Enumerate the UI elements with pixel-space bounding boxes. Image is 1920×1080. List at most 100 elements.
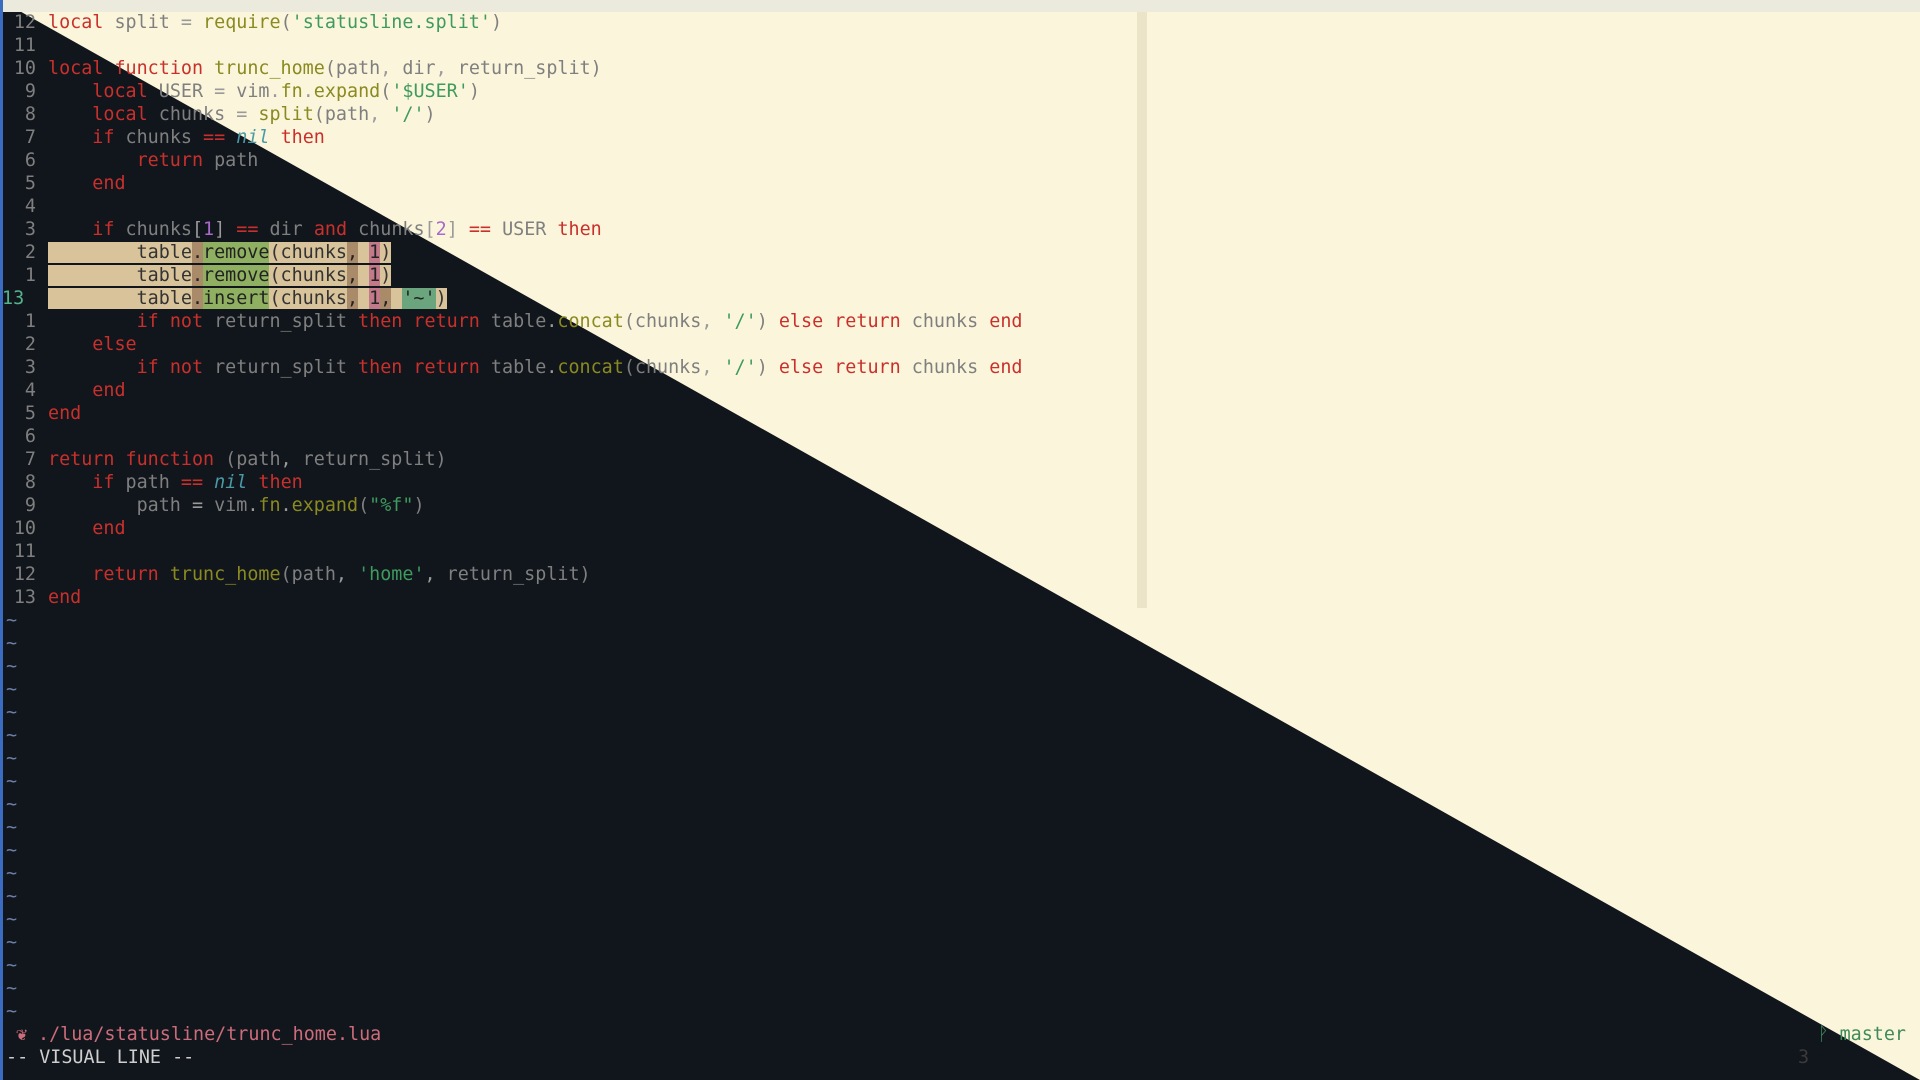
tilde-marker: ~ bbox=[6, 840, 18, 861]
code-text: end bbox=[92, 518, 126, 539]
code-text: return trunc_home(path, 'home', return_s… bbox=[92, 564, 591, 585]
tilde-marker: ~ bbox=[6, 909, 18, 930]
right-split-window[interactable] bbox=[1148, 12, 1920, 608]
line-number: 9 bbox=[24, 81, 36, 102]
selection-count: 3 bbox=[1798, 1047, 1810, 1068]
line-number: 12 bbox=[13, 564, 36, 585]
line-number: 5 bbox=[24, 403, 36, 424]
line-number: 8 bbox=[24, 472, 36, 493]
tilde-marker: ~ bbox=[6, 610, 18, 631]
code-text: if not return_split then return table.co… bbox=[136, 311, 1023, 332]
tilde-marker: ~ bbox=[6, 886, 18, 907]
code-text: table.remove(chunks, 1) bbox=[48, 265, 392, 286]
code-line[interactable]: 3 if chunks[1] == dir and chunks[2] == U… bbox=[0, 218, 1136, 241]
line-number: 1 bbox=[24, 311, 36, 332]
line-number: 1 bbox=[24, 265, 36, 286]
code-line[interactable]: 13 end bbox=[0, 586, 1136, 609]
code-line[interactable]: 4 end bbox=[0, 379, 1136, 402]
code-text: end bbox=[48, 403, 82, 424]
code-line[interactable]: 10 end bbox=[0, 517, 1136, 540]
code-text: end bbox=[92, 173, 126, 194]
tilde-marker: ~ bbox=[6, 863, 18, 884]
tilde-marker: ~ bbox=[6, 817, 18, 838]
line-number: 12 bbox=[13, 12, 36, 33]
line-number: 3 bbox=[24, 357, 36, 378]
code-text: local function trunc_home(path, dir, ret… bbox=[48, 58, 602, 79]
code-text: local split = require('statusline.split'… bbox=[48, 12, 503, 33]
code-line[interactable]: 12 return trunc_home(path, 'home', retur… bbox=[0, 563, 1136, 586]
line-number: 5 bbox=[24, 173, 36, 194]
file-type-icon: ❦ bbox=[16, 1024, 28, 1045]
code-text: return function (path, return_split) bbox=[48, 449, 447, 470]
line-number: 4 bbox=[24, 380, 36, 401]
git-branch-icon: ᚹ bbox=[1817, 1024, 1829, 1045]
code-line-selected[interactable]: 2 table.remove(chunks, 1) bbox=[0, 241, 1136, 264]
line-number: 10 bbox=[13, 518, 36, 539]
code-line[interactable]: 5 end bbox=[0, 172, 1136, 195]
tilde-marker: ~ bbox=[6, 679, 18, 700]
code-line[interactable]: 12 local split = require('statusline.spli… bbox=[0, 11, 1136, 34]
code-line[interactable]: 4 bbox=[0, 195, 1136, 218]
code-line[interactable]: 6 return path bbox=[0, 149, 1136, 172]
code-text: if chunks == nil then bbox=[92, 127, 325, 148]
tilde-marker: ~ bbox=[6, 656, 18, 677]
line-number: 7 bbox=[24, 449, 36, 470]
tilde-marker: ~ bbox=[6, 1001, 18, 1022]
line-number: 13 bbox=[13, 587, 36, 608]
code-text: end bbox=[48, 587, 82, 608]
code-line[interactable]: 8 local chunks = split(path, '/') bbox=[0, 103, 1136, 126]
empty-buffer-lines: ~ ~ ~ ~ ~ ~ ~ ~ ~ ~ ~ ~ ~ ~ ~ ~ ~ ~ bbox=[0, 609, 1136, 1023]
code-line-selected[interactable]: 1 table.remove(chunks, 1) bbox=[0, 264, 1136, 287]
code-line[interactable]: 7 if chunks == nil then bbox=[0, 126, 1136, 149]
code-text: table.remove(chunks, 1) bbox=[48, 242, 392, 263]
current-line-number: 13 bbox=[2, 288, 25, 309]
branch-name: master bbox=[1839, 1024, 1906, 1045]
code-line[interactable]: 8 if path == nil then bbox=[0, 471, 1136, 494]
code-line[interactable]: 2 else bbox=[0, 333, 1136, 356]
code-text: table.insert(chunks, 1, '~') bbox=[48, 288, 447, 309]
code-text: if chunks[1] == dir and chunks[2] == USE… bbox=[92, 219, 602, 240]
line-number: 9 bbox=[24, 495, 36, 516]
mode-indicator: -- VISUAL LINE -- bbox=[6, 1047, 195, 1068]
code-line[interactable]: 6 bbox=[0, 425, 1136, 448]
code-text: local chunks = split(path, '/') bbox=[92, 104, 436, 125]
command-line[interactable]: -- VISUAL LINE -- 3 bbox=[0, 1046, 1920, 1069]
code-line[interactable]: 9 path = vim.fn.expand("%f") bbox=[0, 494, 1136, 517]
code-text: return path bbox=[136, 150, 259, 171]
tilde-marker: ~ bbox=[6, 794, 18, 815]
line-number: 6 bbox=[24, 426, 36, 447]
line-number: 4 bbox=[24, 196, 36, 217]
code-text: local USER = vim.fn.expand('$USER') bbox=[92, 81, 480, 102]
code-line[interactable]: 9 local USER = vim.fn.expand('$USER') bbox=[0, 80, 1136, 103]
line-number: 7 bbox=[24, 127, 36, 148]
code-text: end bbox=[92, 380, 126, 401]
tilde-marker: ~ bbox=[6, 702, 18, 723]
code-line[interactable]: 10 local function trunc_home(path, dir, r… bbox=[0, 57, 1136, 80]
code-line[interactable]: 7 return function (path, return_split) bbox=[0, 448, 1136, 471]
line-number: 6 bbox=[24, 150, 36, 171]
line-number: 11 bbox=[13, 541, 36, 562]
code-line[interactable]: 11 bbox=[0, 540, 1136, 563]
code-line[interactable]: 1 if not return_split then return table.… bbox=[0, 310, 1136, 333]
git-branch: ᚹ master bbox=[1817, 1023, 1906, 1046]
code-line[interactable]: 11 bbox=[0, 34, 1136, 57]
tilde-marker: ~ bbox=[6, 633, 18, 654]
line-number: 11 bbox=[13, 35, 36, 56]
tilde-marker: ~ bbox=[6, 955, 18, 976]
tilde-marker: ~ bbox=[6, 771, 18, 792]
tilde-marker: ~ bbox=[6, 978, 18, 999]
line-number: 2 bbox=[24, 242, 36, 263]
code-line[interactable]: 5 end bbox=[0, 402, 1136, 425]
code-line-selected[interactable]: 13 table.insert(chunks, 1, '~') bbox=[0, 287, 1136, 310]
code-text: else bbox=[92, 334, 137, 355]
line-number: 2 bbox=[24, 334, 36, 355]
line-number: 3 bbox=[24, 219, 36, 240]
split-divider[interactable] bbox=[1137, 12, 1147, 608]
code-text: if not return_split then return table.co… bbox=[136, 357, 1023, 378]
editor-buffer[interactable]: 12 local split = require('statusline.spli… bbox=[0, 11, 1136, 1023]
code-line[interactable]: 3 if not return_split then return table.… bbox=[0, 356, 1136, 379]
line-number: 8 bbox=[24, 104, 36, 125]
tilde-marker: ~ bbox=[6, 748, 18, 769]
statusline: ❦ ./lua/statusline/trunc_home.lua ᚹ mast… bbox=[0, 1023, 1920, 1046]
tilde-marker: ~ bbox=[6, 725, 18, 746]
